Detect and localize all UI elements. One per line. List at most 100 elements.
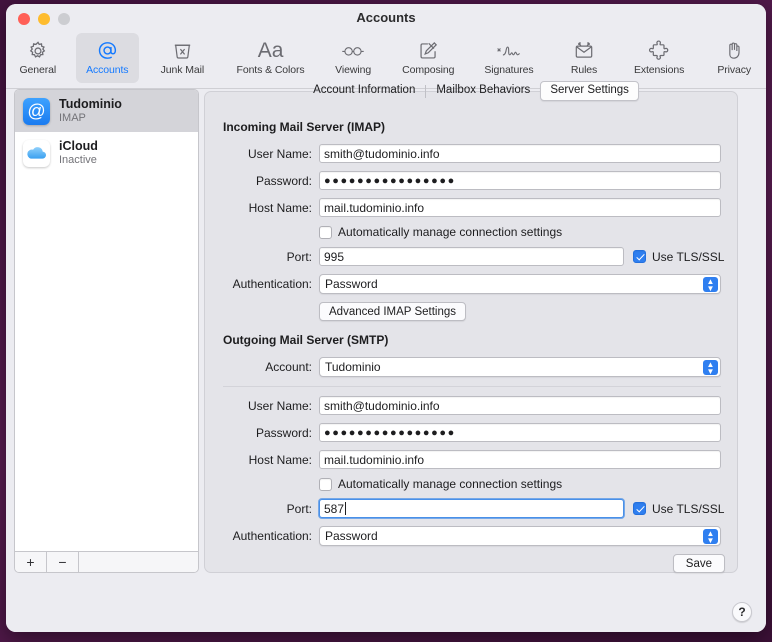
incoming-tls-label: Use TLS/SSL [652,249,725,264]
preferences-content: @ Tudominio IMAP iCloud Inactive + − Inc… [6,81,766,632]
minimize-button[interactable] [38,13,50,25]
toolbar-item-privacy[interactable]: Privacy [702,33,766,83]
outgoing-hostname-row: Host Name: mail.tudominio.info [205,450,739,469]
outgoing-port-input[interactable]: 587 [318,498,625,519]
signature-icon [472,37,547,64]
incoming-password-row: Password: ●●●●●●●●●●●●●●●● [205,171,739,190]
outgoing-port-label: Port: [286,501,312,516]
incoming-port-row: Port: 995 Use TLS/SSL [205,247,739,266]
outgoing-password-input[interactable]: ●●●●●●●●●●●●●●●● [319,423,721,442]
incoming-section-title: Incoming Mail Server (IMAP) [223,120,386,134]
chevron-updown-icon: ▲ ▼ [703,360,718,375]
preferences-window: Accounts General Accounts Junk Mail Aa F… [6,4,766,632]
toolbar-label: General [19,64,57,76]
toolbar-label: Fonts & Colors [236,64,305,76]
incoming-tls-checkbox[interactable] [633,250,646,263]
envelope-arrows-icon [552,37,616,64]
toolbar-item-extensions[interactable]: Extensions [622,33,697,83]
toolbar-item-viewing[interactable]: Viewing [321,33,385,83]
incoming-hostname-input[interactable]: mail.tudominio.info [319,198,721,217]
outgoing-account-select[interactable]: Tudominio ▲ ▼ [319,357,721,377]
toolbar-label: Composing [402,64,455,76]
toolbar-item-general[interactable]: General [6,33,70,83]
toolbar-label: Junk Mail [160,64,205,76]
at-sign-icon [76,37,140,64]
account-status: Inactive [59,153,97,166]
accounts-list[interactable]: @ Tudominio IMAP iCloud Inactive [14,89,199,551]
account-row-icloud[interactable]: iCloud Inactive [15,132,198,174]
tab-account-information[interactable]: Account Information [303,81,425,101]
incoming-password-input[interactable]: ●●●●●●●●●●●●●●●● [319,171,721,190]
incoming-port-input[interactable]: 995 [319,247,624,266]
account-name: iCloud [59,139,98,154]
outgoing-account-label: Account: [265,360,312,374]
save-button[interactable]: Save [672,554,725,573]
mail-at-icon: @ [23,97,50,125]
incoming-auth-select[interactable]: Password ▲ ▼ [319,274,721,294]
outgoing-automanage-row: Automatically manage connection settings [301,477,739,491]
incoming-port-label: Port: [286,249,312,264]
toolbar-item-signatures[interactable]: Signatures [472,33,547,83]
toolbar-item-fonts-colors[interactable]: Aa Fonts & Colors [226,33,316,83]
toolbar-item-accounts[interactable]: Accounts [75,33,140,83]
remove-account-button[interactable]: − [47,552,79,572]
tab-mailbox-behaviors[interactable]: Mailbox Behaviors [426,81,540,101]
outgoing-hostname-input[interactable]: mail.tudominio.info [319,450,721,469]
settings-panel: Incoming Mail Server (IMAP) User Name: s… [204,91,738,573]
outgoing-tls-label: Use TLS/SSL [652,501,725,516]
toolbar-label: Signatures [484,64,534,76]
incoming-automanage-checkbox[interactable] [319,225,332,239]
outgoing-port-value: 587 [324,501,345,516]
hand-icon [702,37,766,64]
outgoing-auth-value: Password [325,529,378,543]
traffic-lights [18,13,70,25]
tab-server-settings[interactable]: Server Settings [540,81,639,101]
incoming-username-label: User Name: [247,146,312,161]
incoming-username-row: User Name: smith@tudominio.info [205,144,739,163]
compose-pencil-icon [391,37,466,64]
incoming-auth-value: Password [325,277,378,291]
outgoing-hostname-label: Host Name: [248,452,312,467]
window-title: Accounts [356,10,416,25]
glasses-icon [321,37,385,64]
add-account-button[interactable]: + [15,552,47,572]
incoming-auth-label: Authentication: [232,277,312,291]
aa-text-icon: Aa [257,39,284,62]
outgoing-automanage-label: Automatically manage connection settings [338,477,563,491]
accounts-sidebar: @ Tudominio IMAP iCloud Inactive + − [14,89,199,573]
help-button[interactable]: ? [732,602,752,622]
outgoing-password-row: Password: ●●●●●●●●●●●●●●●● [205,423,739,442]
puzzle-piece-icon [622,37,697,64]
outgoing-password-label: Password: [255,425,312,440]
toolbar-label: Viewing [335,64,372,76]
outgoing-username-row: User Name: smith@tudominio.info [205,396,739,415]
incoming-password-label: Password: [255,173,312,188]
outgoing-section-title: Outgoing Mail Server (SMTP) [223,333,389,347]
zoom-button[interactable] [58,13,70,25]
account-row-tudominio[interactable]: @ Tudominio IMAP [15,90,198,132]
chevron-updown-icon: ▲ ▼ [703,529,718,544]
outgoing-account-row: Account: Tudominio ▲ ▼ [205,357,739,377]
outgoing-auth-select[interactable]: Password ▲ ▼ [319,526,721,546]
toolbar-item-composing[interactable]: Composing [391,33,466,83]
outgoing-auth-label: Authentication: [232,529,312,543]
outgoing-automanage-checkbox[interactable] [319,477,332,491]
account-status: IMAP [59,111,86,124]
incoming-auth-row: Authentication: Password ▲ ▼ [205,274,739,294]
outgoing-port-row: Port: 587 Use TLS/SSL [205,498,739,519]
section-divider [223,386,721,387]
advanced-imap-settings-button[interactable]: Advanced IMAP Settings [319,302,466,321]
outgoing-account-value: Tudominio [325,360,381,374]
outgoing-username-input[interactable]: smith@tudominio.info [319,396,721,415]
close-button[interactable] [18,13,30,25]
outgoing-username-label: User Name: [247,398,312,413]
toolbar-item-junk-mail[interactable]: Junk Mail [145,33,220,83]
chevron-updown-icon: ▲ ▼ [703,277,718,292]
advanced-imap-row: Advanced IMAP Settings [205,302,739,321]
toolbar-item-rules[interactable]: Rules [552,33,616,83]
toolbar-label: Extensions [633,64,685,76]
outgoing-tls-checkbox[interactable] [633,502,646,515]
incoming-username-input[interactable]: smith@tudominio.info [319,144,721,163]
save-row: Save [205,554,739,573]
incoming-automanage-row: Automatically manage connection settings [301,225,739,239]
